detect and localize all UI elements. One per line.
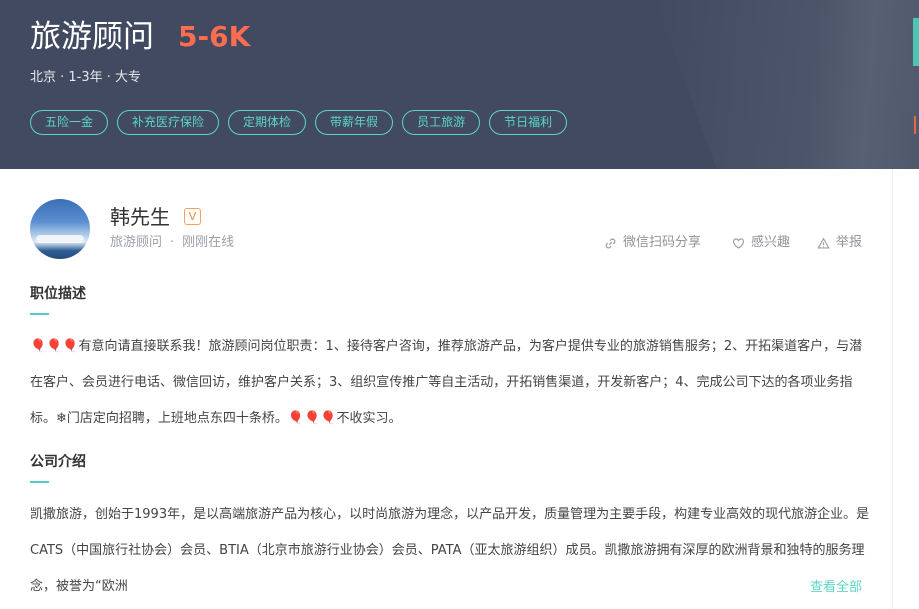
benefit-tag: 节日福利 xyxy=(489,110,568,135)
job-desc-underline xyxy=(30,313,49,315)
benefit-tag: 定期体检 xyxy=(228,110,307,135)
report-button[interactable]: 举报 xyxy=(817,234,862,252)
boss-separator: · xyxy=(170,235,175,250)
job-title: 旅游顾问 xyxy=(30,19,154,55)
boss-name: 韩先生 xyxy=(110,205,170,229)
company-intro-title: 公司介绍 xyxy=(30,454,86,470)
job-meta: 北京 · 1-3年 · 大专 xyxy=(30,70,142,85)
job-desc-title: 职位描述 xyxy=(30,286,86,302)
heart-icon xyxy=(733,237,744,249)
warning-icon xyxy=(817,236,830,249)
job-salary: 5-6K xyxy=(178,20,251,53)
interest-button[interactable]: 感兴趣 xyxy=(732,234,790,252)
share-button[interactable]: 微信扫码分享 xyxy=(604,234,701,252)
view-all-link[interactable]: 查看全部 xyxy=(810,578,862,598)
benefit-tag: 五险一金 xyxy=(30,110,109,135)
avatar[interactable] xyxy=(30,199,90,259)
benefit-tags: 五险一金 补充医疗保险 定期体检 带薪年假 员工旅游 节日福利 xyxy=(30,110,568,135)
interest-label: 感兴趣 xyxy=(751,235,791,250)
boss-position: 旅游顾问 xyxy=(110,235,163,250)
job-description: 🎈🎈🎈有意向请直接联系我！旅游顾问岗位职责：1、接待客户咨询，推荐旅游产品，为客… xyxy=(30,339,863,426)
boss-info: 旅游顾问 · 刚刚在线 xyxy=(110,234,234,252)
header-decoration xyxy=(653,0,919,169)
report-label: 举报 xyxy=(836,235,863,250)
company-description: 凯撒旅游，创始于1993年，是以高端旅游产品为核心，以时尚旅游为理念，以产品开发… xyxy=(30,507,870,594)
boss-status: 刚刚在线 xyxy=(182,235,235,250)
company-intro-underline xyxy=(30,481,49,483)
avatar-cloud xyxy=(36,235,84,243)
header-edge-accent xyxy=(913,18,919,66)
link-icon xyxy=(605,238,616,248)
benefit-tag: 补充医疗保险 xyxy=(117,110,220,135)
benefit-tag: 员工旅游 xyxy=(402,110,481,135)
job-header: 旅游顾问 5-6K 北京 · 1-3年 · 大专 五险一金 补充医疗保险 定期体… xyxy=(0,0,919,169)
header-edge-marker xyxy=(914,116,919,134)
verified-badge-icon: V xyxy=(184,208,201,225)
benefit-tag: 带薪年假 xyxy=(315,110,394,135)
share-label: 微信扫码分享 xyxy=(623,235,702,250)
